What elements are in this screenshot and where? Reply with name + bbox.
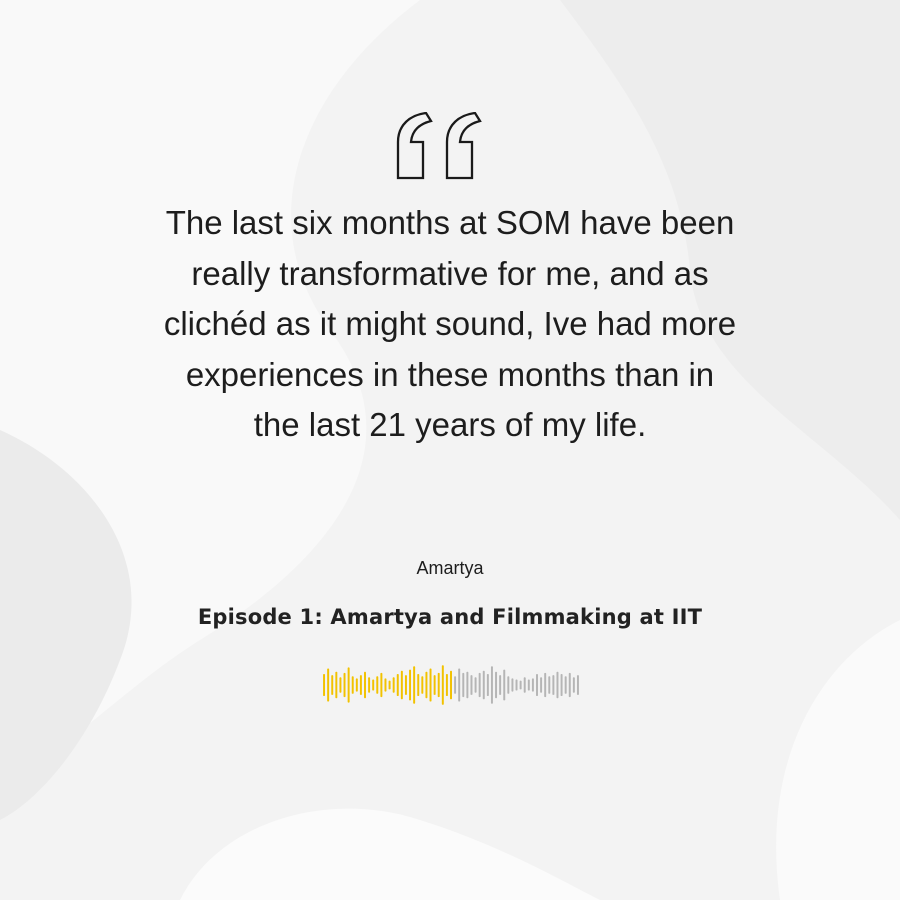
waveform-bar-played[interactable] [396, 674, 399, 696]
waveform-bar-remaining[interactable] [478, 672, 481, 698]
waveform-bar-remaining[interactable] [523, 677, 526, 693]
waveform-bar-played[interactable] [355, 678, 358, 692]
episode-title: Episode 1: Amartya and Filmmaking at IIT [197, 605, 703, 629]
waveform-bar-played[interactable] [347, 667, 350, 703]
waveform-bar-remaining[interactable] [544, 672, 547, 698]
author-name: Amartya [416, 558, 484, 578]
waveform-bar-remaining[interactable] [454, 676, 457, 694]
waveform-bar-played[interactable] [409, 669, 412, 701]
waveform-bar-remaining[interactable] [515, 679, 518, 691]
waveform-bar-remaining[interactable] [548, 676, 551, 694]
waveform-bar-played[interactable] [372, 679, 375, 691]
waveform-bar-played[interactable] [364, 671, 366, 699]
waveform-bar-remaining[interactable] [470, 675, 473, 695]
waveform-bar-remaining[interactable] [536, 674, 538, 696]
waveform-bar-played[interactable] [425, 671, 428, 699]
waveform-bar-played[interactable] [437, 672, 440, 698]
audio-waveform-player[interactable] [322, 662, 580, 708]
waveform-bar-remaining[interactable] [490, 666, 493, 704]
quote-icon [396, 112, 482, 180]
waveform-bar-played[interactable] [335, 671, 338, 699]
waveform-bar-remaining[interactable] [531, 678, 534, 692]
waveform-bar-played[interactable] [441, 665, 444, 705]
waveform-bar-remaining[interactable] [486, 674, 489, 696]
waveform-bar-played[interactable] [359, 675, 362, 695]
waveform-bar-remaining[interactable] [576, 675, 579, 695]
waveform-bar-played[interactable] [421, 676, 424, 694]
waveform-bar-played[interactable] [388, 680, 391, 690]
waveform-bar-played[interactable] [323, 674, 326, 696]
quote-text: The last six months at SOM have been rea… [90, 198, 810, 451]
waveform-bar-remaining[interactable] [527, 679, 530, 691]
waveform-bar-remaining[interactable] [462, 672, 465, 698]
waveform-bar-remaining[interactable] [560, 674, 563, 696]
quote-line: The last six months at SOM have been [165, 204, 735, 241]
waveform-bar-remaining[interactable] [556, 671, 559, 699]
waveform-bar-played[interactable] [339, 677, 342, 693]
waveform-bar-played[interactable] [327, 668, 330, 702]
waveform-bar-played[interactable] [433, 675, 436, 695]
quote-line: really transformative for me, and as [191, 254, 709, 292]
waveform-bar-played[interactable] [400, 670, 403, 700]
waveform-bar-remaining[interactable] [507, 676, 510, 694]
waveform-bar-played[interactable] [376, 676, 379, 694]
waveform-bar-played[interactable] [368, 677, 371, 693]
waveform-bar-played[interactable] [331, 675, 334, 695]
waveform-bar-remaining[interactable] [458, 668, 461, 702]
waveform-bar-played[interactable] [413, 666, 416, 704]
waveform-bar-remaining[interactable] [495, 671, 498, 699]
waveform-bar-played[interactable] [343, 672, 346, 698]
waveform-bar-played[interactable] [445, 674, 448, 696]
waveform-bar-played[interactable] [404, 675, 407, 695]
waveform-bar-remaining[interactable] [499, 675, 502, 695]
waveform-bar-remaining[interactable] [572, 677, 575, 693]
waveform-bar-played[interactable] [380, 672, 383, 698]
waveform-bar-remaining[interactable] [474, 677, 477, 693]
waveform-bar-played[interactable] [429, 668, 432, 702]
waveform-bar-remaining[interactable] [552, 675, 555, 695]
waveform-bar-played[interactable] [392, 677, 395, 693]
waveform-bar-played[interactable] [384, 678, 387, 692]
waveform-bar-remaining[interactable] [568, 672, 571, 698]
waveform-bar-remaining[interactable] [564, 676, 567, 694]
waveform-bar-remaining[interactable] [466, 671, 469, 699]
quote-line: clichéd as it might sound, Ive had more [163, 305, 737, 342]
quote-line: experiences in these months than in [185, 355, 715, 393]
waveform-bar-played[interactable] [450, 670, 452, 700]
waveform-bar-remaining[interactable] [511, 678, 514, 692]
waveform-bar-remaining[interactable] [519, 680, 522, 690]
waveform-bar-remaining[interactable] [540, 677, 543, 693]
quote-line: the last 21 years of my life. [253, 406, 647, 443]
waveform-bar-played[interactable] [351, 676, 354, 694]
waveform-bar-played[interactable] [417, 674, 420, 696]
waveform-bar-remaining[interactable] [482, 670, 485, 700]
waveform-bar-remaining[interactable] [503, 669, 506, 701]
